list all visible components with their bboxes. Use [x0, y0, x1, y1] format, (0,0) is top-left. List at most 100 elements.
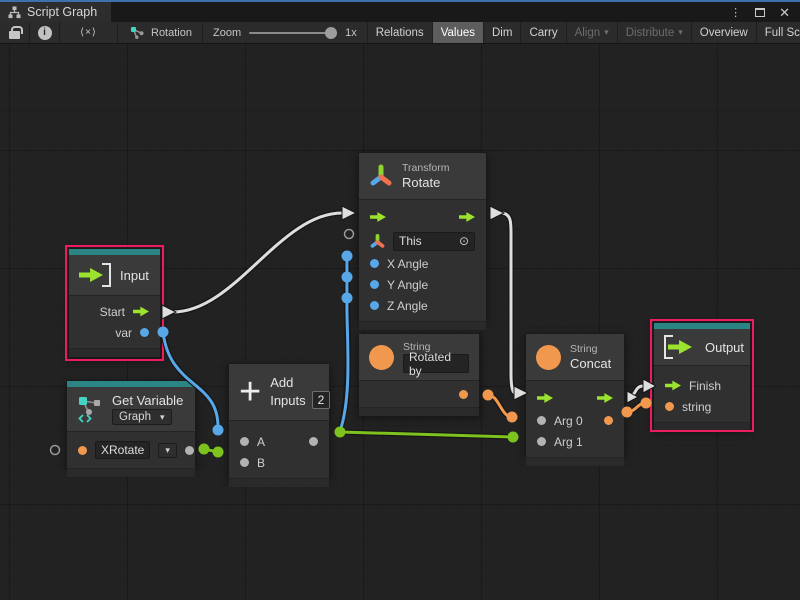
node-add-inputs-footer: [229, 478, 329, 487]
variable-picker-dropdown[interactable]: ▾: [158, 443, 177, 458]
variable-scope-dropdown[interactable]: Graph ▾: [112, 409, 172, 425]
port-z-angle-dot[interactable]: [370, 301, 379, 310]
node-input-header[interactable]: Input: [69, 255, 160, 295]
transform-icon: [369, 164, 393, 188]
node-concat-header[interactable]: String Concat: [526, 334, 624, 380]
lock-button[interactable]: [0, 22, 30, 43]
wire-getvariable-to-b[interactable]: [199, 444, 224, 458]
result-output-dot[interactable]: [604, 416, 613, 425]
flow-in-icon[interactable]: [370, 212, 386, 223]
inputs-count-field[interactable]: 2: [312, 391, 331, 409]
this-object-field[interactable]: This ⊙: [393, 232, 475, 251]
wire-start-to-rotate[interactable]: [162, 206, 356, 319]
wire-concat-to-output[interactable]: [627, 379, 656, 403]
flow-out-icon[interactable]: [597, 393, 613, 404]
values-button[interactable]: Values: [432, 22, 483, 43]
wire-rotate-to-concat[interactable]: [490, 206, 528, 400]
string-value-field[interactable]: Rotated by: [403, 354, 469, 373]
wire-sum-to-z-angle[interactable]: [340, 293, 353, 432]
tabbar-spacer: [111, 2, 730, 22]
port-row-flow: [526, 386, 624, 410]
node-get-variable-header[interactable]: Get Variable Graph ▾: [67, 387, 195, 431]
node-output-header[interactable]: Output: [654, 329, 750, 365]
port-a-dot[interactable]: [240, 437, 249, 446]
node-input[interactable]: Input Start var: [68, 248, 161, 358]
wire-sum-to-y-angle[interactable]: [340, 272, 353, 432]
port-row-variable: XRotate ▾: [67, 437, 195, 463]
port-var-dot[interactable]: [140, 328, 149, 337]
port-finish-flow-icon[interactable]: [665, 380, 681, 391]
transform-mini-icon: [370, 234, 385, 249]
port-arg1-dot[interactable]: [537, 437, 546, 446]
info-icon: i: [38, 26, 52, 40]
port-row-arg1: Arg 1: [526, 431, 624, 452]
node-output[interactable]: Output Finish string: [653, 322, 751, 429]
flow-out-icon[interactable]: [459, 212, 475, 223]
close-icon[interactable]: ✕: [779, 6, 790, 19]
port-x-angle-dot[interactable]: [370, 259, 379, 268]
node-string-literal-body: [359, 380, 479, 407]
relations-label: Relations: [376, 27, 424, 39]
flow-in-icon[interactable]: [537, 393, 553, 404]
sum-output-dot[interactable]: [309, 437, 318, 446]
breadcrumb-label: Rotation: [151, 27, 192, 39]
variable-name-field[interactable]: XRotate: [95, 441, 150, 459]
node-string-literal[interactable]: String Rotated by: [358, 333, 480, 415]
wire-result-to-string[interactable]: [622, 398, 652, 418]
node-rotate[interactable]: Transform Rotate This: [358, 152, 487, 319]
string-output-dot[interactable]: [459, 390, 468, 399]
full-screen-label: Full Screen: [765, 27, 800, 39]
zoom-slider-handle[interactable]: [325, 27, 337, 39]
align-button[interactable]: Align ▾: [566, 22, 617, 43]
graph-breadcrumb[interactable]: Rotation: [118, 22, 203, 43]
port-start-flow-icon[interactable]: [133, 306, 149, 317]
node-input-footer: [69, 348, 160, 357]
input-unit-icon: [79, 263, 111, 287]
node-concat[interactable]: String Concat Arg 0 Arg 1: [525, 333, 625, 455]
node-add-inputs[interactable]: + Add Inputs 2 A: [228, 363, 330, 478]
wire-sum-to-x-angle[interactable]: [340, 251, 353, 432]
carry-button[interactable]: Carry: [520, 22, 565, 43]
tab-script-graph[interactable]: Script Graph: [0, 2, 111, 22]
zoom-label: Zoom: [213, 27, 241, 39]
node-get-variable[interactable]: Get Variable Graph ▾ XRotate ▾: [66, 380, 196, 467]
port-y-angle-dot[interactable]: [370, 280, 379, 289]
port-arg1-label: Arg 1: [554, 435, 583, 449]
distribute-button[interactable]: Distribute ▾: [617, 22, 691, 43]
object-picker-icon[interactable]: ⊙: [459, 234, 469, 248]
variable-value-output-dot[interactable]: [185, 446, 194, 455]
get-variable-unconnected-port[interactable]: [51, 446, 60, 455]
wire-sum-to-arg1[interactable]: [335, 427, 519, 443]
node-rotate-header[interactable]: Transform Rotate: [359, 153, 486, 199]
this-value: This: [399, 234, 422, 248]
port-arg0-dot[interactable]: [537, 416, 546, 425]
node-string-literal-header[interactable]: String Rotated by: [359, 334, 479, 380]
node-add-inputs-body: A B: [229, 420, 329, 478]
variable-name-port-dot[interactable]: [78, 446, 87, 455]
maximize-icon[interactable]: [755, 8, 765, 17]
node-get-variable-title: Get Variable: [112, 393, 183, 408]
align-label: Align: [575, 27, 601, 39]
port-var-label: var: [115, 326, 132, 340]
overview-button[interactable]: Overview: [691, 22, 756, 43]
string-icon: [536, 345, 561, 370]
node-add-inputs-header[interactable]: + Add Inputs 2: [229, 364, 329, 420]
tab-bar: Script Graph ⋮ ✕: [0, 2, 800, 22]
edit-graph-button[interactable]: ⟨×⟩: [60, 22, 118, 43]
node-concat-title: Concat: [570, 356, 611, 371]
relations-button[interactable]: Relations: [367, 22, 432, 43]
dim-button[interactable]: Dim: [483, 22, 520, 43]
port-string-dot[interactable]: [665, 402, 674, 411]
full-screen-button[interactable]: Full Screen: [756, 22, 800, 43]
kebab-menu-icon[interactable]: ⋮: [730, 6, 741, 19]
chevron-down-icon: ▾: [165, 445, 170, 456]
port-row-this: This ⊙: [359, 229, 486, 253]
inspect-button[interactable]: i: [30, 22, 60, 43]
zoom-slider[interactable]: [249, 32, 337, 34]
graph-canvas[interactable]: Input Start var: [0, 44, 800, 600]
lock-icon: [9, 31, 20, 39]
wire-string-to-arg0[interactable]: [483, 390, 518, 423]
rotate-this-unconnected-port[interactable]: [345, 230, 354, 239]
port-b-dot[interactable]: [240, 458, 249, 467]
node-concat-footer: [526, 457, 624, 466]
